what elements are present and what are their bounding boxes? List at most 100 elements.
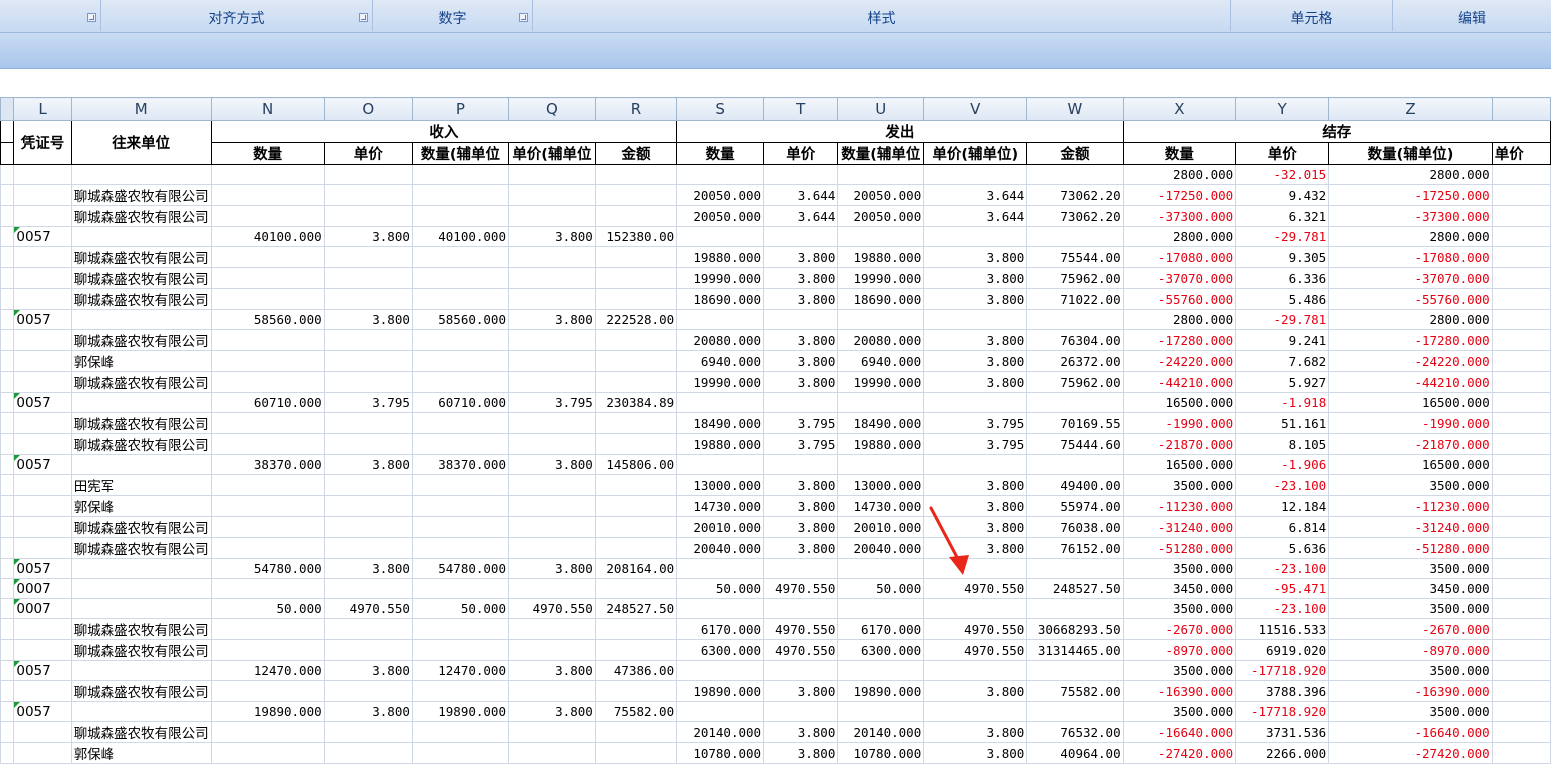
cell-U[interactable] <box>837 701 925 722</box>
cell-N[interactable] <box>210 433 325 455</box>
cell-X[interactable]: -16640.000 <box>1122 721 1237 743</box>
cell-M[interactable]: 聊城森盛农牧有限公司 <box>70 412 212 434</box>
cell-U[interactable] <box>837 309 925 330</box>
cell-P[interactable]: 54780.000 <box>411 558 509 579</box>
cell-V[interactable]: 4970.550 <box>923 639 1028 661</box>
cell-AA[interactable] <box>1491 680 1551 702</box>
cell-R[interactable] <box>594 721 678 743</box>
cell-T[interactable]: 3.800 <box>763 516 839 538</box>
cell-Z[interactable]: 2800.000 <box>1328 309 1493 330</box>
cell-Q[interactable]: 3.800 <box>507 701 596 722</box>
cell-AA[interactable] <box>1491 721 1551 743</box>
cell-Z[interactable]: -31240.000 <box>1328 516 1493 538</box>
cell-S[interactable] <box>676 392 765 413</box>
column-header-T[interactable]: T <box>763 97 839 121</box>
cell-R[interactable] <box>594 288 678 310</box>
cell-L[interactable]: 0007 <box>13 598 72 619</box>
cell-P[interactable] <box>411 721 509 743</box>
column-header-P[interactable]: P <box>411 97 509 121</box>
cell-AA[interactable] <box>1491 246 1551 268</box>
cell-X[interactable]: 3500.000 <box>1122 474 1237 496</box>
cell-O[interactable]: 3.800 <box>323 226 413 247</box>
cell-L[interactable] <box>13 164 72 185</box>
cell-P[interactable] <box>411 516 509 538</box>
cell-M[interactable] <box>70 701 212 722</box>
cell-X[interactable]: -17080.000 <box>1122 246 1237 268</box>
cell-N[interactable] <box>210 246 325 268</box>
cell-V[interactable]: 3.800 <box>923 350 1028 372</box>
cell-W[interactable]: 76532.00 <box>1026 721 1124 743</box>
alignment-dialog-launcher-icon[interactable] <box>359 13 368 22</box>
cell-P[interactable] <box>411 537 509 559</box>
cell-Y[interactable]: -29.781 <box>1235 226 1330 247</box>
cell-T[interactable]: 3.800 <box>763 329 839 351</box>
cell-V[interactable]: 4970.550 <box>923 618 1028 640</box>
cell-V[interactable] <box>923 309 1028 330</box>
cell-Q[interactable]: 3.800 <box>507 309 596 330</box>
cell-X[interactable]: -16390.000 <box>1122 680 1237 702</box>
cell-Q[interactable] <box>507 205 596 227</box>
cell-Z[interactable]: 3500.000 <box>1328 660 1493 681</box>
cell-R[interactable] <box>594 164 678 185</box>
cell-V[interactable] <box>923 598 1028 619</box>
cell-V[interactable] <box>923 660 1028 681</box>
cell-P[interactable]: 58560.000 <box>411 309 509 330</box>
cell-R[interactable]: 47386.00 <box>594 660 678 681</box>
cell-X[interactable]: -37070.000 <box>1122 267 1237 289</box>
cell-X[interactable]: -24220.000 <box>1122 350 1237 372</box>
cell-W[interactable]: 71022.00 <box>1026 288 1124 310</box>
cell-R[interactable]: 75582.00 <box>594 701 678 722</box>
cell-L[interactable]: 0057 <box>13 558 72 579</box>
cell-P[interactable] <box>411 267 509 289</box>
cell-S[interactable]: 6300.000 <box>676 639 765 661</box>
cell-P[interactable]: 19890.000 <box>411 701 509 722</box>
cell-R[interactable]: 248527.50 <box>594 598 678 619</box>
cell-M[interactable]: 聊城森盛农牧有限公司 <box>70 618 212 640</box>
cell-AA[interactable] <box>1491 598 1551 619</box>
cell-R[interactable] <box>594 742 678 764</box>
cell-N[interactable] <box>210 721 325 743</box>
cell-Z[interactable]: -17080.000 <box>1328 246 1493 268</box>
cell-L[interactable]: 0007 <box>13 578 72 599</box>
cell-R[interactable] <box>594 639 678 661</box>
cell-R[interactable] <box>594 329 678 351</box>
cell-M[interactable]: 聊城森盛农牧有限公司 <box>70 433 212 455</box>
cell-Y[interactable]: 6919.020 <box>1235 639 1330 661</box>
cell-P[interactable] <box>411 495 509 517</box>
cell-AA[interactable] <box>1491 516 1551 538</box>
column-header-W[interactable]: W <box>1026 97 1124 121</box>
cell-Q[interactable] <box>507 433 596 455</box>
cell-Z[interactable]: -37300.000 <box>1328 205 1493 227</box>
cell-Y[interactable]: 9.432 <box>1235 184 1330 206</box>
income-amount-header[interactable]: 金额 <box>594 142 678 165</box>
cell-T[interactable]: 3.800 <box>763 288 839 310</box>
cell-Y[interactable]: -1.918 <box>1235 392 1330 413</box>
balance-qty-header[interactable]: 数量 <box>1122 142 1237 165</box>
cell-W[interactable]: 75962.00 <box>1026 267 1124 289</box>
cell-M[interactable] <box>70 392 212 413</box>
cell-P[interactable] <box>411 288 509 310</box>
cell-M[interactable]: 聊城森盛农牧有限公司 <box>70 371 212 393</box>
cell-Y[interactable]: -23.100 <box>1235 598 1330 619</box>
balance-price-header[interactable]: 单价 <box>1235 142 1330 165</box>
cell-X[interactable]: 3500.000 <box>1122 558 1237 579</box>
cell-M[interactable] <box>70 578 212 599</box>
cell-S[interactable] <box>676 309 765 330</box>
cell-Z[interactable]: -21870.000 <box>1328 433 1493 455</box>
column-header-S[interactable]: S <box>676 97 765 121</box>
cell-T[interactable]: 3.800 <box>763 537 839 559</box>
cell-R[interactable] <box>594 350 678 372</box>
cell-Z[interactable]: -1990.000 <box>1328 412 1493 434</box>
cell-S[interactable]: 19880.000 <box>676 246 765 268</box>
cell-V[interactable]: 3.795 <box>923 412 1028 434</box>
cell-AA[interactable] <box>1491 164 1551 185</box>
cell-V[interactable]: 4970.550 <box>923 578 1028 599</box>
cell-Z[interactable]: 2800.000 <box>1328 226 1493 247</box>
cell-N[interactable] <box>210 495 325 517</box>
cell-X[interactable]: -11230.000 <box>1122 495 1237 517</box>
cell-O[interactable]: 3.795 <box>323 392 413 413</box>
cell-AA[interactable] <box>1491 371 1551 393</box>
cell-U[interactable]: 20080.000 <box>837 329 925 351</box>
cell-U[interactable] <box>837 558 925 579</box>
cell-T[interactable]: 3.800 <box>763 474 839 496</box>
